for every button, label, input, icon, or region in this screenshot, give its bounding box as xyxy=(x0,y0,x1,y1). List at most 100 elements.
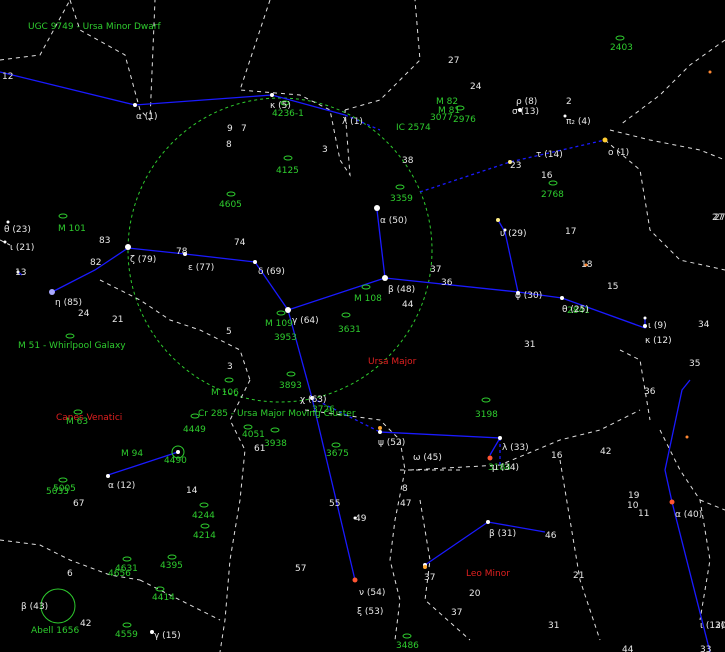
star-magnitude-label: 33 xyxy=(700,645,711,652)
star-magnitude-label: 36 xyxy=(441,278,453,288)
star-magnitude-label: 13 xyxy=(15,268,26,278)
dso-label-2976: 2976 xyxy=(453,115,476,125)
star-magnitude-label: 78 xyxy=(176,247,188,257)
star-label-omicron1: ο (1) xyxy=(608,148,629,158)
star-magnitude-label: 18 xyxy=(581,260,593,270)
dso-label-3953: 3953 xyxy=(274,333,297,343)
star-label-theta23: θ (23) xyxy=(4,225,31,235)
star-magnitude-label: 42 xyxy=(80,619,91,629)
dso-label-m108: M 108 xyxy=(354,294,382,304)
dso-label-4244: 4244 xyxy=(192,511,215,521)
star-magnitude-label: 61 xyxy=(254,444,265,454)
star-magnitude-label: 19 xyxy=(628,491,640,501)
dso-label-3938: 3938 xyxy=(264,439,287,449)
dso-label-3631: 3631 xyxy=(338,325,361,335)
star-label-xi53: ξ (53) xyxy=(357,607,383,617)
star-label-lambda1: λ (1) xyxy=(342,117,363,127)
star-magnitude-label: 12 xyxy=(2,72,13,82)
star-magnitude-label: 44 xyxy=(622,645,634,652)
dso-label-4656: 4656 xyxy=(108,569,131,579)
dso-label-ic2574: IC 2574 xyxy=(396,123,431,133)
dso-label-3726: 3726 xyxy=(312,405,335,415)
dso-label-3359: 3359 xyxy=(390,194,413,204)
star-magnitude-label: 31 xyxy=(524,340,535,350)
star-magnitude-label: 36 xyxy=(644,387,656,397)
star-label-theta25: θ (25) xyxy=(562,305,589,315)
star-magnitude-label: 37 xyxy=(451,608,462,618)
star-magnitude-label: 38 xyxy=(402,156,414,166)
star-magnitude-label: 8 xyxy=(402,484,408,494)
dso-label-4395: 4395 xyxy=(160,561,183,571)
star-magnitude-label: 27 xyxy=(712,213,723,223)
star-label-zeta79: ζ (79) xyxy=(130,255,156,265)
star-magnitude-label: 17 xyxy=(565,227,576,237)
dso-label-4449: 4449 xyxy=(183,425,206,435)
star-magnitude-label: 46 xyxy=(545,531,557,541)
star-magnitude-label: 10 xyxy=(627,501,639,511)
star-magnitude-label: 47 xyxy=(400,499,411,509)
dso-label-3486: 3486 xyxy=(396,641,419,651)
star-magnitude-label: 27 xyxy=(448,56,459,66)
dso-label-m94: M 94 xyxy=(121,449,143,459)
star-label-alpha12: α (12) xyxy=(108,481,135,491)
star-magnitude-label: 83 xyxy=(99,236,110,246)
star-magnitude-label: 74 xyxy=(234,238,246,248)
star-magnitude-label: 35 xyxy=(689,359,700,369)
dso-label-m109: M 109 xyxy=(265,319,293,329)
star-magnitude-label: 30 xyxy=(715,621,725,631)
star-magnitude-label: 21 xyxy=(573,571,584,581)
dso-label-4605: 4605 xyxy=(219,200,242,210)
star-magnitude-label: 11 xyxy=(638,509,649,519)
star-label-mu34: μ (34) xyxy=(492,463,519,473)
dso-label-4414: 4414 xyxy=(152,593,175,603)
star-label-alpha40: α (40) xyxy=(675,510,702,520)
star-label-psi52: ψ (52) xyxy=(378,438,405,448)
star-magnitude-label: 37 xyxy=(430,265,441,275)
star-magnitude-label: 7 xyxy=(241,124,247,134)
star-label-beta31: β (31) xyxy=(489,529,516,539)
star-label-iota9: ι (9) xyxy=(648,321,667,331)
star-magnitude-label: 5 xyxy=(226,327,232,337)
dso-label-4214: 4214 xyxy=(193,531,216,541)
sky-chart-labels: UGC 9749 - Ursa Minor DwarfUrsa MajorCan… xyxy=(2,22,725,652)
star-label-upsilon29: υ (29) xyxy=(500,229,527,239)
star-label-gamma64: γ (64) xyxy=(292,316,319,326)
abell1656-label: Abell 1656 xyxy=(31,626,79,636)
star-magnitude-label: 2 xyxy=(566,97,572,107)
dso-label-2403: 2403 xyxy=(610,43,633,53)
star-magnitude-label: 14 xyxy=(186,486,198,496)
star-magnitude-label: 49 xyxy=(355,514,367,524)
dso-label-2768: 2768 xyxy=(541,190,564,200)
star-label-sigma13: σ (13) xyxy=(512,107,539,117)
star-label-tau14: τ (14) xyxy=(536,150,563,160)
star-label-pi2: π₂ (4) xyxy=(566,117,591,127)
star-magnitude-label: 67 xyxy=(73,499,84,509)
star-magnitude-label: 24 xyxy=(470,82,482,92)
star-label-eta85: η (85) xyxy=(55,298,82,308)
star-magnitude-label: 31 xyxy=(548,621,559,631)
dso-label-m106: M 106 xyxy=(211,388,239,398)
dso-label-m63: M 63 xyxy=(66,417,88,427)
star-magnitude-label: 3 xyxy=(227,362,233,372)
star-label-rho8: ρ (8) xyxy=(516,97,537,107)
star-label-phi30: φ (30) xyxy=(515,291,542,301)
star-magnitude-label: 44 xyxy=(402,300,414,310)
star-magnitude-label: 9 xyxy=(227,124,233,134)
dso-label-4490: 4490 xyxy=(164,456,187,466)
ugc9749-label: UGC 9749 - Ursa Minor Dwarf xyxy=(28,22,161,32)
star-magnitude-label: 34 xyxy=(698,320,710,330)
star-label-iota21: ι (21) xyxy=(10,243,34,253)
dso-label-3893: 3893 xyxy=(279,381,302,391)
star-magnitude-label: 16 xyxy=(551,451,563,461)
star-label-beta48: β (48) xyxy=(388,285,415,295)
dso-label-3675: 3675 xyxy=(326,449,349,459)
dso-label-4125: 4125 xyxy=(276,166,299,176)
ursa-major-label: Ursa Major xyxy=(368,357,417,367)
dso-label-4051: 4051 xyxy=(242,430,265,440)
star-magnitude-label: 55 xyxy=(329,499,340,509)
dso-label-3077: 3077 xyxy=(430,113,453,123)
star-magnitude-label: 6 xyxy=(67,569,73,579)
dso-label-m101: M 101 xyxy=(58,224,86,234)
star-magnitude-label: 8 xyxy=(226,140,232,150)
star-magnitude-label: 82 xyxy=(90,258,101,268)
